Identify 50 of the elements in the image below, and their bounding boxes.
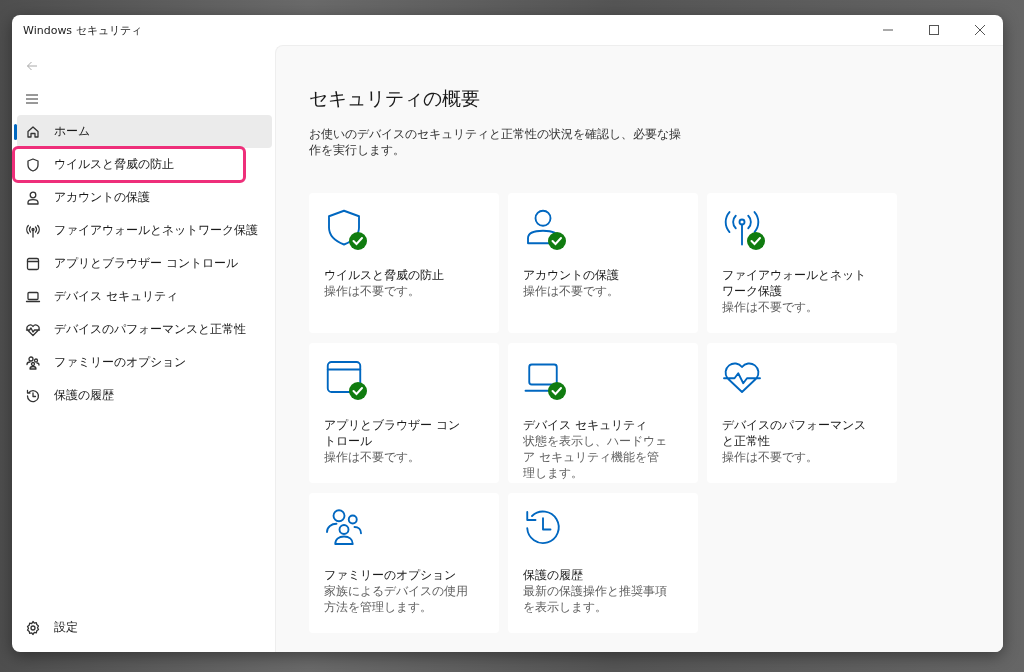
nav-item[interactable]: デバイスのパフォーマンスと正常性 (17, 313, 272, 346)
status-card[interactable]: アプリとブラウザー コントロール 操作は不要です。 (309, 343, 499, 483)
status-card[interactable]: デバイス セキュリティ 状態を表示し、ハードウェア セキュリティ機能を管理します。 (508, 343, 698, 483)
people-icon (25, 354, 41, 371)
antenna-icon (25, 222, 41, 239)
card-status: 操作は不要です。 (324, 283, 421, 299)
nav-item[interactable]: アカウントの保護 (17, 181, 272, 214)
settings-item[interactable]: 設定 (17, 611, 272, 644)
card-status: 操作は不要です。 (324, 449, 421, 465)
heartbeat-icon (25, 321, 41, 338)
settings-icon (25, 619, 41, 636)
status-card[interactable]: ウイルスと脅威の防止 操作は不要です。 (309, 193, 499, 333)
card-status: 状態を表示し、ハードウェア セキュリティ機能を管理します。 (523, 433, 668, 481)
card-title: デバイスのパフォーマンスと正常性 (722, 417, 867, 449)
card-status: 操作は不要です。 (722, 299, 819, 315)
nav-item[interactable]: ファミリーのオプション (17, 346, 272, 379)
window-title: Windows セキュリティ (23, 22, 143, 38)
card-title: ウイルスと脅威の防止 (324, 267, 445, 283)
nav-item[interactable]: ホーム (17, 115, 272, 148)
nav-item[interactable]: ファイアウォールとネットワーク保護 (17, 214, 272, 247)
card-title: デバイス セキュリティ (523, 417, 648, 433)
page-title: セキュリティの概要 (309, 86, 481, 111)
maximize-icon (929, 25, 939, 35)
menu-icon (25, 92, 39, 105)
person-icon (25, 189, 41, 206)
card-title: ファイアウォールとネットワーク保護 (722, 267, 867, 299)
nav-item[interactable]: デバイス セキュリティ (17, 280, 272, 313)
card-status: 操作は不要です。 (523, 283, 620, 299)
card-status: 家族によるデバイスの使用方法を管理します。 (324, 583, 469, 615)
history-icon (25, 387, 41, 404)
status-card[interactable]: ファイアウォールとネットワーク保護 操作は不要です。 (707, 193, 897, 333)
card-status: 最新の保護操作と推奨事項を表示します。 (523, 583, 668, 615)
selection-indicator (14, 124, 17, 140)
card-title: ファミリーのオプション (324, 567, 457, 583)
browser-window-icon (25, 255, 41, 272)
status-card[interactable]: ファミリーのオプション 家族によるデバイスの使用方法を管理します。 (309, 493, 499, 633)
card-title: 保護の履歴 (523, 567, 584, 583)
nav-item[interactable]: 保護の履歴 (17, 379, 272, 412)
shield-icon (25, 156, 41, 173)
card-title: アプリとブラウザー コントロール (324, 417, 461, 449)
back-arrow-icon (26, 59, 38, 72)
card-status: 操作は不要です。 (722, 449, 819, 465)
status-card[interactable]: アカウントの保護 操作は不要です。 (508, 193, 698, 333)
nav-item[interactable]: ウイルスと脅威の防止 (14, 148, 244, 181)
page-description: お使いのデバイスのセキュリティと正常性の状況を確認し、必要な操作を実行します。 (309, 126, 682, 158)
card-title: アカウントの保護 (523, 267, 620, 283)
status-card[interactable]: 保護の履歴 最新の保護操作と推奨事項を表示します。 (508, 493, 698, 633)
status-card[interactable]: デバイスのパフォーマンスと正常性 操作は不要です。 (707, 343, 897, 483)
nav-item[interactable]: アプリとブラウザー コントロール (17, 247, 272, 280)
close-icon (975, 25, 985, 35)
